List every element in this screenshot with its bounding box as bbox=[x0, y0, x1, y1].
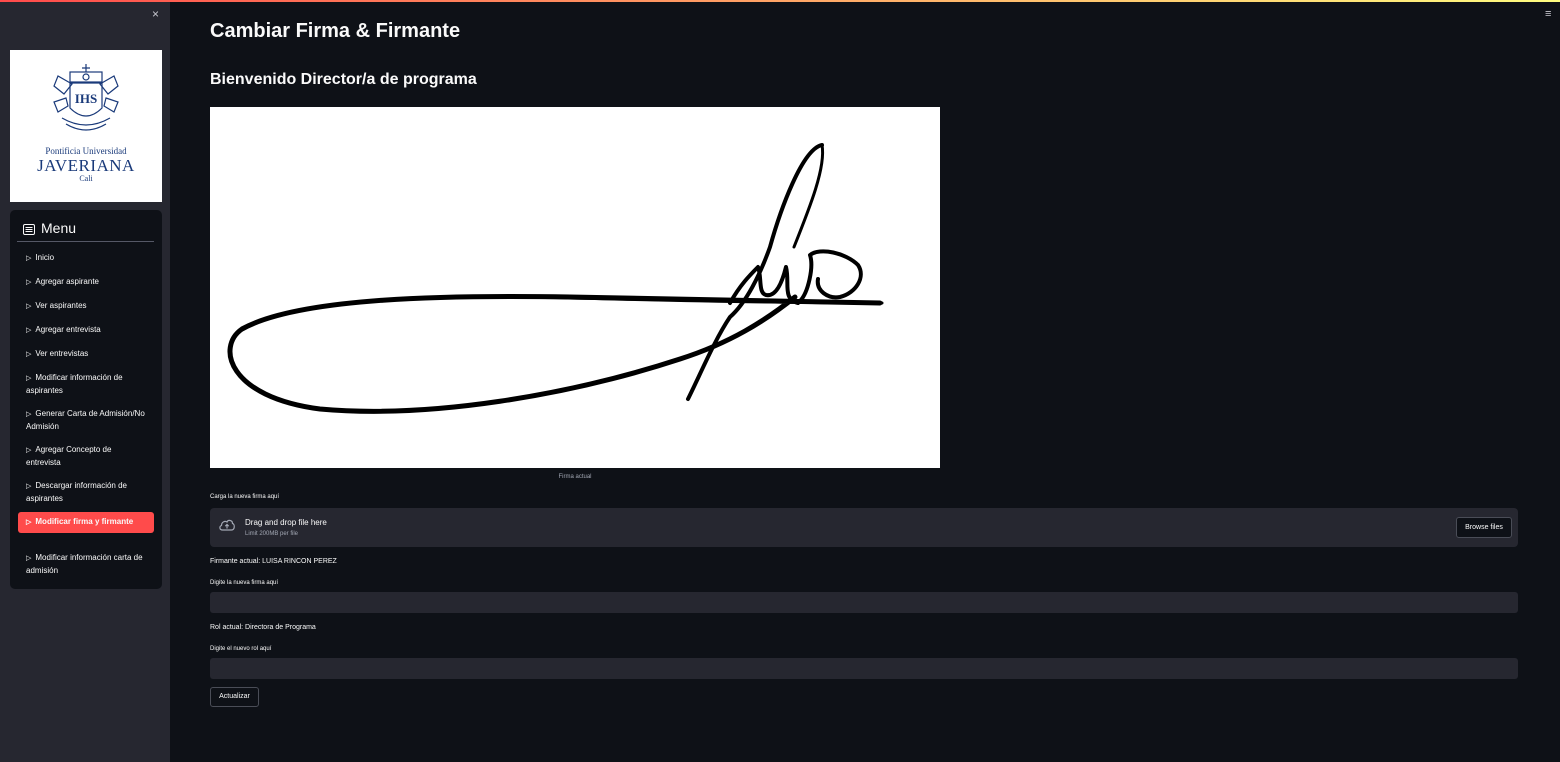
play-outline-icon: ▷ bbox=[26, 555, 32, 562]
menu-header: Menu bbox=[23, 220, 76, 236]
menu-item-ver-aspirantes[interactable]: ▷ Ver aspirantes bbox=[18, 300, 150, 313]
menu-list-icon bbox=[23, 224, 35, 235]
play-outline-icon: ▷ bbox=[26, 255, 32, 262]
menu-item-agregar-aspirante[interactable]: ▷ Agregar aspirante bbox=[18, 276, 150, 289]
play-outline-icon: ▷ bbox=[26, 327, 32, 334]
seal-monogram: IHS bbox=[75, 91, 97, 106]
cloud-upload-icon bbox=[219, 519, 235, 531]
uploader-limit-text: Limit 200MB per file bbox=[245, 531, 299, 537]
play-outline-icon: ▷ bbox=[26, 483, 32, 490]
logo-line-3: Cali bbox=[79, 174, 93, 183]
welcome-heading: Bienvenido Director/a de programa bbox=[210, 71, 477, 88]
sidebar: × IHS Pontificia Universidad JAVERIANA C… bbox=[0, 2, 170, 762]
browse-files-button[interactable]: Browse files bbox=[1456, 517, 1512, 538]
menu-divider bbox=[17, 241, 154, 242]
menu-item-modificar-carta[interactable]: ▷ Modificar información carta de admisión bbox=[18, 552, 150, 577]
menu-title: Menu bbox=[41, 220, 77, 236]
play-outline-icon: ▷ bbox=[26, 279, 32, 286]
page-title: Cambiar Firma & Firmante bbox=[210, 20, 461, 42]
new-signer-label: Digite la nueva firma aquí bbox=[210, 580, 279, 586]
new-role-input[interactable] bbox=[210, 658, 1518, 679]
university-logo: IHS Pontificia Universidad JAVERIANA Cal… bbox=[10, 50, 162, 202]
update-button[interactable]: Actualizar bbox=[210, 687, 259, 707]
hamburger-menu-icon[interactable]: ≡ bbox=[1545, 8, 1551, 20]
play-outline-icon: ▷ bbox=[26, 303, 32, 310]
option-menu: Menu ▷ Inicio ▷ Agregar aspirante ▷ Ver asp… bbox=[10, 210, 162, 589]
signature-caption: Firma actual bbox=[558, 474, 592, 480]
logo-line-1: Pontificia Universidad bbox=[45, 146, 127, 156]
upload-label: Carga la nueva firma aquí bbox=[210, 494, 280, 500]
play-outline-icon: ▷ bbox=[26, 411, 32, 418]
play-outline-icon: ▷ bbox=[26, 375, 32, 382]
play-outline-icon: ▷ bbox=[26, 519, 32, 526]
play-outline-icon: ▷ bbox=[26, 447, 32, 454]
menu-item-agregar-concepto[interactable]: ▷ Agregar Concepto de entrevista bbox=[18, 444, 150, 469]
menu-item-ver-entrevistas[interactable]: ▷ Ver entrevistas bbox=[18, 348, 150, 361]
close-sidebar-icon[interactable]: × bbox=[152, 7, 159, 21]
new-role-label: Digite el nuevo rol aquí bbox=[210, 646, 272, 652]
current-role-text: Rol actual: Directora de Programa bbox=[210, 624, 316, 631]
menu-item-modificar-info-aspirantes[interactable]: ▷ Modificar información de aspirantes bbox=[18, 372, 150, 397]
university-seal-icon: IHS bbox=[53, 64, 119, 131]
signature-drawing bbox=[227, 143, 884, 414]
file-uploader-dropzone[interactable]: Drag and drop file here Limit 200MB per … bbox=[210, 508, 1518, 547]
main-content: Cambiar Firma & Firmante Bienvenido Dire… bbox=[210, 0, 1520, 762]
menu-item-agregar-entrevista[interactable]: ▷ Agregar entrevista bbox=[18, 324, 150, 337]
menu-item-descargar-info[interactable]: ▷ Descargar información de aspirantes bbox=[18, 480, 150, 505]
current-signer-text: Firmante actual: LUISA RINCON PEREZ bbox=[210, 558, 337, 565]
menu-item-generar-carta[interactable]: ▷ Generar Carta de Admisión/No Admisión bbox=[18, 408, 150, 433]
menu-item-inicio[interactable]: ▷ Inicio bbox=[18, 252, 150, 265]
play-outline-icon: ▷ bbox=[26, 351, 32, 358]
menu-item-modificar-firma[interactable]: ▷ Modificar firma y firmante bbox=[18, 512, 154, 533]
logo-line-2: JAVERIANA bbox=[37, 156, 135, 175]
current-signature-image bbox=[210, 107, 940, 468]
uploader-main-text: Drag and drop file here bbox=[245, 518, 327, 527]
new-signer-input[interactable] bbox=[210, 592, 1518, 613]
